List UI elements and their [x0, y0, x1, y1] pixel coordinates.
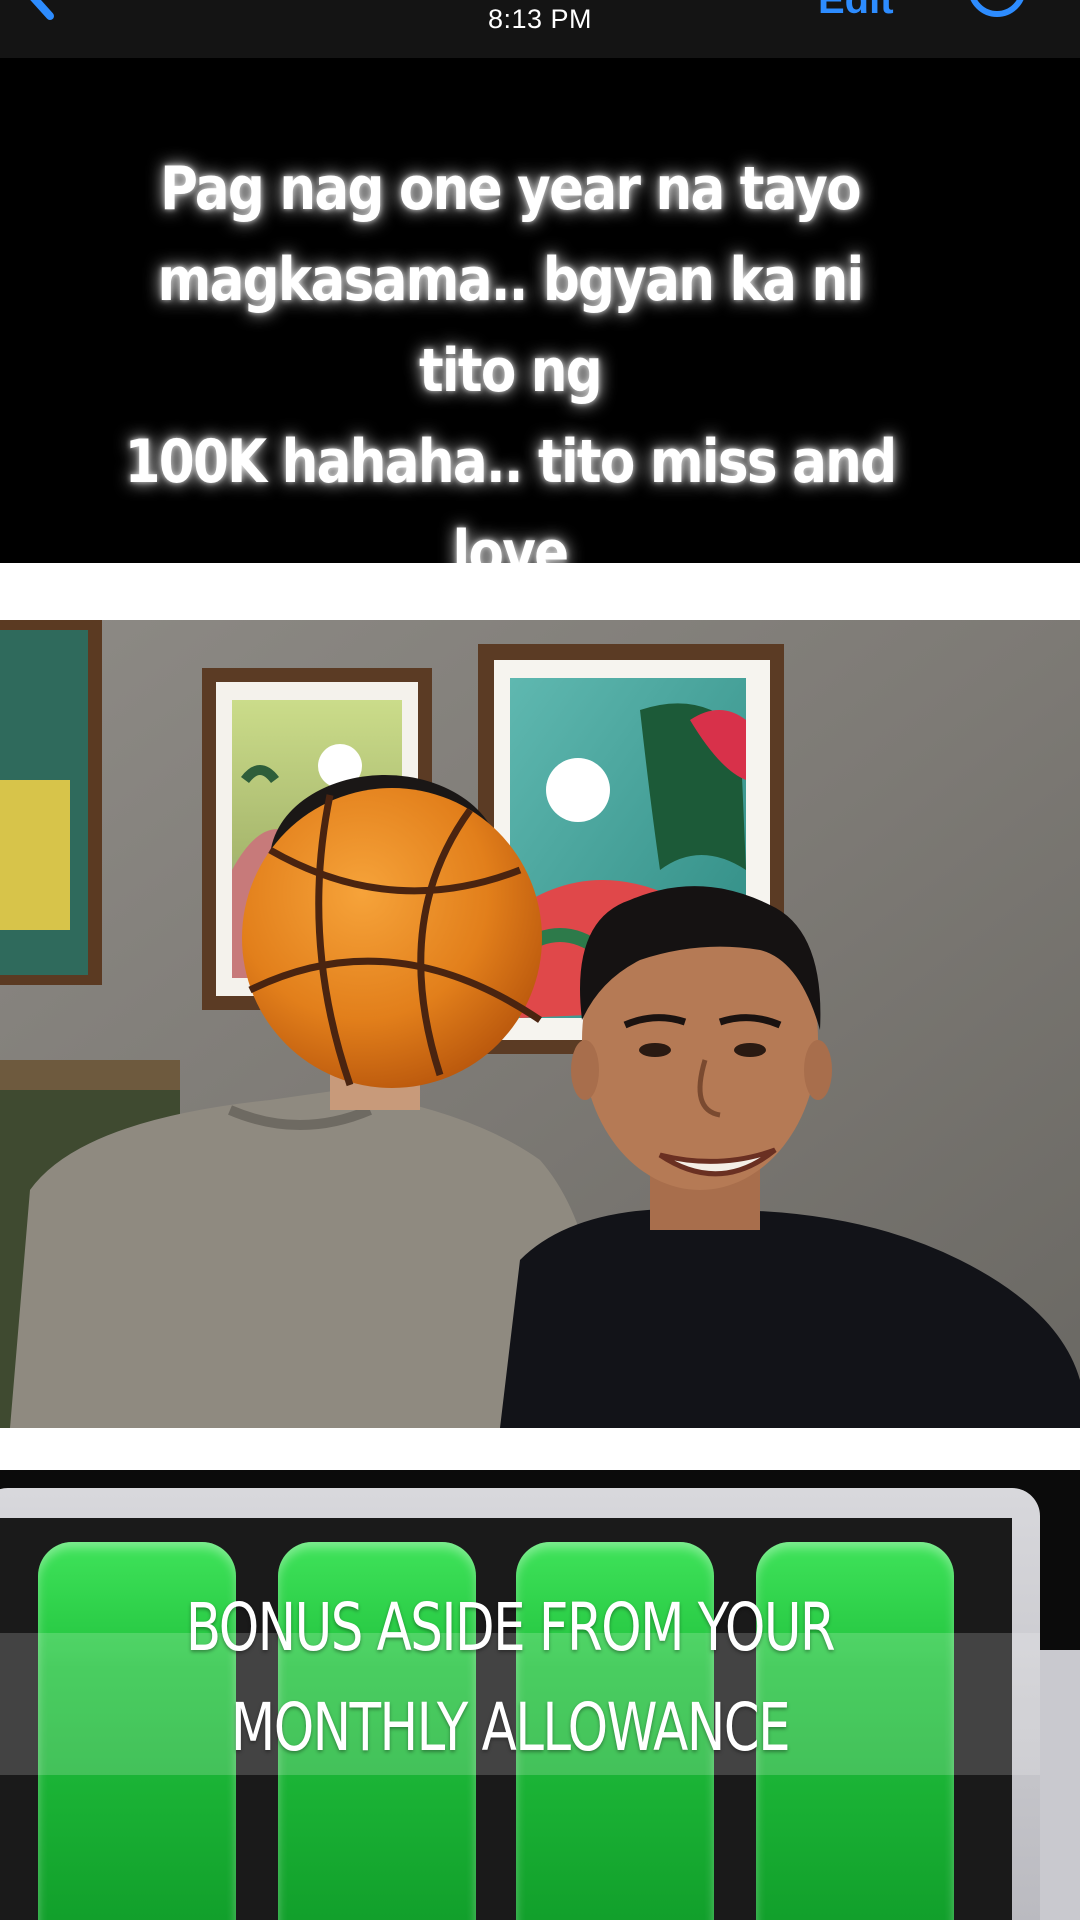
caption-line: magkasama.. bgyan ka ni tito ng	[157, 245, 865, 406]
edit-button[interactable]: Edit	[818, 0, 894, 23]
game-screenshot-panel: BONUS ASIDE FROM YOUR MONTHLY ALLOWANCE	[0, 1470, 1080, 1920]
ellipsis-circle-icon	[970, 0, 1024, 17]
bonus-line: MONTHLY ALLOWANCE	[230, 1689, 791, 1766]
caption-line: 100K hahaha.. tito miss and love	[124, 427, 898, 588]
caption-panel: Pag nag one year na tayo magkasama.. bgy…	[0, 58, 1080, 679]
bonus-text: BONUS ASIDE FROM YOUR MONTHLY ALLOWANCE	[159, 1578, 861, 1778]
frame-edge	[1040, 1650, 1080, 1920]
selfie-photo[interactable]	[0, 620, 1080, 1428]
status-time: 8:13 PM	[487, 4, 593, 34]
more-button[interactable]	[966, 0, 1028, 28]
bonus-line: BONUS ASIDE FROM YOUR	[185, 1589, 836, 1666]
caption-text: Pag nag one year na tayo magkasama.. bgy…	[106, 144, 914, 690]
caption-line: Pag nag one year na tayo	[160, 154, 862, 224]
basketball-icon	[242, 788, 542, 1088]
top-bar: 8:13 PM Edit	[0, 0, 1080, 58]
